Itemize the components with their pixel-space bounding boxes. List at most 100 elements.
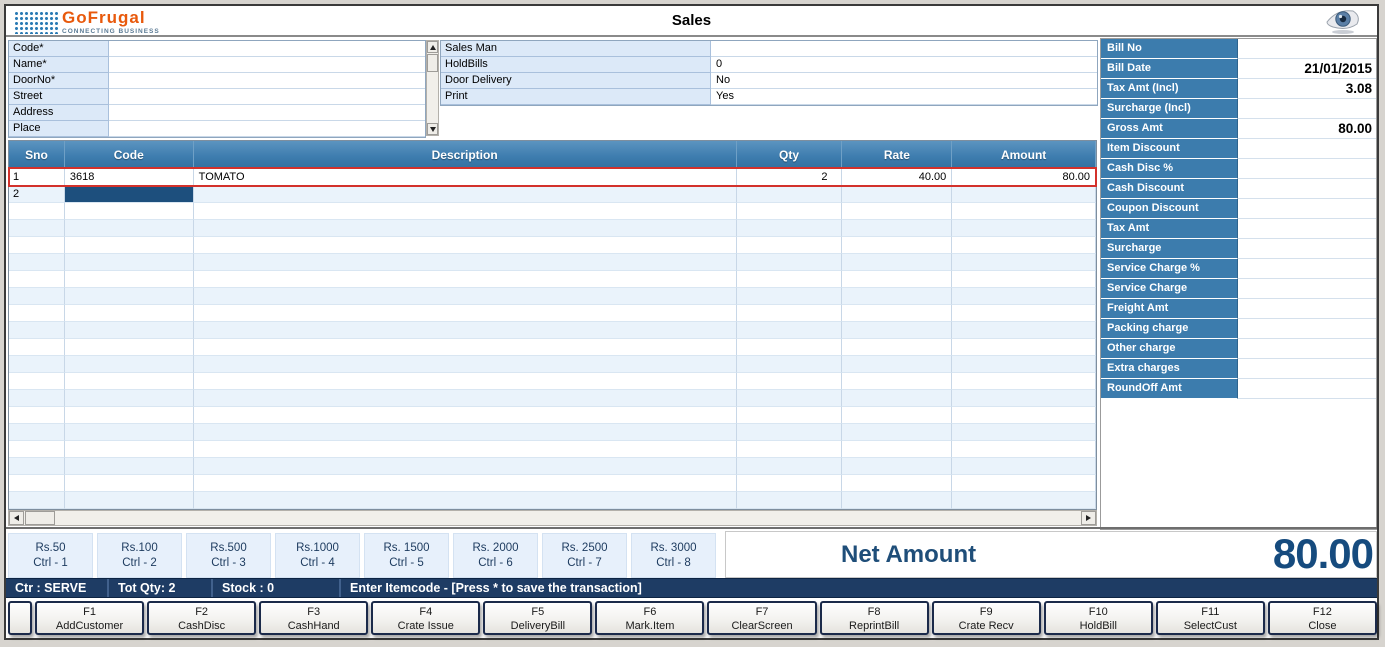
cell-description[interactable] <box>193 390 737 407</box>
cell-sno[interactable] <box>9 424 65 441</box>
cell-rate[interactable] <box>842 441 953 458</box>
cell-rate[interactable] <box>842 492 953 509</box>
denomination-button[interactable]: Rs. 3000 Ctrl - 8 <box>631 533 716 578</box>
cell-description[interactable] <box>193 288 737 305</box>
field-input[interactable] <box>109 57 425 73</box>
field-input[interactable]: Yes <box>711 89 1097 105</box>
fkey-button-f11[interactable]: F11 SelectCust <box>1155 601 1265 635</box>
cell-qty[interactable] <box>736 390 843 407</box>
cell-rate[interactable] <box>842 254 953 271</box>
bill-field-value[interactable]: 80.00 <box>1238 119 1376 139</box>
bill-field-value[interactable]: 21/01/2015 <box>1238 59 1376 79</box>
form-vertical-scrollbar[interactable] <box>426 40 439 136</box>
fkey-button-f6[interactable]: F6 Mark.Item <box>595 601 705 635</box>
field-input[interactable]: No <box>711 73 1097 89</box>
cell-code[interactable] <box>64 237 194 254</box>
cell-qty[interactable] <box>736 237 843 254</box>
cell-description[interactable] <box>193 441 737 458</box>
scroll-left-icon[interactable] <box>9 511 24 525</box>
cell-sno[interactable] <box>9 458 65 475</box>
bill-field-value[interactable] <box>1238 179 1376 199</box>
cell-amount[interactable] <box>952 390 1096 407</box>
cell-rate[interactable] <box>842 356 953 373</box>
cell-rate[interactable] <box>842 305 953 322</box>
cell-rate[interactable] <box>842 203 953 220</box>
cell-sno[interactable] <box>9 288 65 305</box>
cell-description[interactable] <box>193 322 737 339</box>
fkey-button-f3[interactable]: F3 CashHand <box>259 601 369 635</box>
bill-field-value[interactable] <box>1238 259 1376 279</box>
fkey-button-f4[interactable]: F4 Crate Issue <box>371 601 481 635</box>
cell-amount[interactable] <box>952 322 1096 339</box>
cell-rate[interactable] <box>842 407 953 424</box>
bill-field-value[interactable] <box>1238 139 1376 159</box>
cell-code[interactable] <box>64 492 194 509</box>
denomination-button[interactable]: Rs. 2000 Ctrl - 6 <box>453 533 538 578</box>
cell-code[interactable]: 3618 <box>64 169 194 186</box>
cell-code[interactable] <box>64 271 194 288</box>
cell-amount[interactable] <box>952 424 1096 441</box>
cell-code[interactable] <box>64 458 194 475</box>
cell-description[interactable] <box>193 458 737 475</box>
cell-sno[interactable] <box>9 305 65 322</box>
bill-field-value[interactable] <box>1238 299 1376 319</box>
cell-sno[interactable]: 2 <box>9 186 65 203</box>
cell-sno[interactable] <box>9 373 65 390</box>
cell-amount[interactable] <box>952 271 1096 288</box>
field-input[interactable] <box>109 89 425 105</box>
cell-amount[interactable] <box>952 203 1096 220</box>
bill-field-value[interactable] <box>1238 379 1376 399</box>
cell-qty[interactable] <box>736 424 843 441</box>
scroll-up-icon[interactable] <box>427 41 438 53</box>
cell-description[interactable] <box>193 424 737 441</box>
cell-rate[interactable] <box>842 373 953 390</box>
bill-field-value[interactable] <box>1238 239 1376 259</box>
cell-qty[interactable] <box>736 492 843 509</box>
field-input[interactable] <box>711 41 1097 57</box>
bill-field-value[interactable] <box>1238 159 1376 179</box>
cell-sno[interactable] <box>9 220 65 237</box>
cell-description[interactable] <box>193 254 737 271</box>
cell-sno[interactable] <box>9 339 65 356</box>
cell-code[interactable] <box>64 186 194 203</box>
cell-description[interactable] <box>193 356 737 373</box>
cell-amount[interactable] <box>952 373 1096 390</box>
cell-amount[interactable] <box>952 458 1096 475</box>
field-input[interactable]: 0 <box>711 57 1097 73</box>
cell-amount[interactable] <box>952 492 1096 509</box>
scroll-right-icon[interactable] <box>1081 511 1096 525</box>
cell-sno[interactable] <box>9 475 65 492</box>
fkey-button-f9[interactable]: F9 Crate Recv <box>931 601 1041 635</box>
bill-field-value[interactable] <box>1238 219 1376 239</box>
cell-amount[interactable] <box>952 407 1096 424</box>
cell-code[interactable] <box>64 322 194 339</box>
cell-description[interactable] <box>193 492 737 509</box>
cell-sno[interactable]: 1 <box>9 169 65 186</box>
cell-rate[interactable] <box>842 424 953 441</box>
cell-code[interactable] <box>64 305 194 322</box>
cell-qty[interactable] <box>736 254 843 271</box>
cell-rate[interactable] <box>842 390 953 407</box>
cell-qty[interactable] <box>736 356 843 373</box>
cell-rate[interactable] <box>842 288 953 305</box>
bill-field-value[interactable] <box>1238 199 1376 219</box>
fkey-button-f8[interactable]: F8 ReprintBill <box>819 601 929 635</box>
cell-amount[interactable] <box>952 475 1096 492</box>
cell-sno[interactable] <box>9 237 65 254</box>
cell-code[interactable] <box>64 356 194 373</box>
cell-code[interactable] <box>64 220 194 237</box>
fkey-button-f2[interactable]: F2 CashDisc <box>147 601 257 635</box>
cell-sno[interactable] <box>9 407 65 424</box>
denomination-button[interactable]: Rs.100 Ctrl - 2 <box>97 533 182 578</box>
bill-field-value[interactable] <box>1238 279 1376 299</box>
cell-description[interactable] <box>193 237 737 254</box>
cell-amount[interactable] <box>952 288 1096 305</box>
cell-qty[interactable] <box>736 441 843 458</box>
cell-rate[interactable] <box>842 339 953 356</box>
bill-field-value[interactable] <box>1238 99 1376 119</box>
scrollbar-thumb[interactable] <box>25 511 55 525</box>
denomination-button[interactable]: Rs.500 Ctrl - 3 <box>186 533 271 578</box>
bill-field-value[interactable] <box>1238 339 1376 359</box>
cell-qty[interactable] <box>736 203 843 220</box>
cell-rate[interactable] <box>842 220 953 237</box>
